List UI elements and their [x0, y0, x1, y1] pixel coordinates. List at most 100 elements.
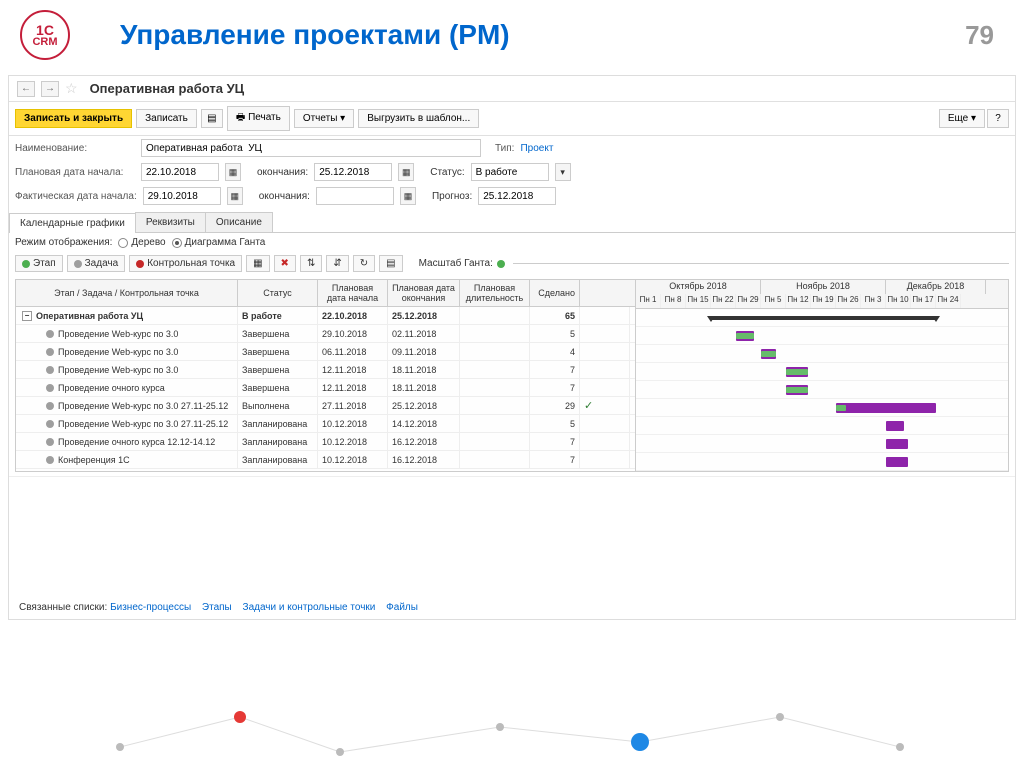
delete-button[interactable]: ✖ — [274, 255, 296, 272]
task-dot-icon — [46, 330, 54, 338]
add-milestone-button[interactable]: Контрольная точка — [129, 255, 242, 272]
gantt-month-header: Ноябрь 2018 — [761, 280, 886, 294]
print-button[interactable]: 🖶 Печать — [227, 106, 290, 131]
table-row[interactable]: Конференция 1СЗапланирована10.12.201816.… — [16, 451, 635, 469]
star-icon[interactable]: ☆ — [65, 80, 78, 97]
calendar-icon[interactable]: ▦ — [400, 187, 416, 205]
calendar-icon[interactable]: ▦ — [398, 163, 414, 181]
help-button[interactable]: ? — [987, 109, 1009, 128]
window-title: Оперативная работа УЦ — [90, 81, 245, 96]
task-dot-icon — [46, 402, 54, 410]
gantt-day-header: Пн 29 — [736, 294, 761, 308]
tool-button[interactable]: ⇵ — [326, 255, 348, 272]
status-input[interactable] — [471, 163, 549, 181]
gantt-bar[interactable] — [886, 457, 908, 467]
scale-slider-handle[interactable] — [497, 260, 505, 268]
cell-status: Завершена — [238, 361, 318, 378]
link-tasks[interactable]: Задачи и контрольные точки — [243, 602, 376, 613]
gantt-bar[interactable] — [836, 405, 846, 411]
gantt-bar[interactable] — [836, 403, 936, 413]
gantt-summary-bar[interactable] — [711, 316, 936, 320]
fact-start-input[interactable] — [143, 187, 221, 205]
add-stage-button[interactable]: Этап — [15, 255, 63, 272]
name-input[interactable] — [141, 139, 481, 157]
table-row[interactable]: Проведение Web-курс по 3.0 27.11-25.12Вы… — [16, 397, 635, 415]
forward-button[interactable]: → — [41, 81, 59, 97]
refresh-button[interactable]: ↻ — [353, 255, 375, 272]
tab-desc[interactable]: Описание — [205, 212, 273, 232]
cell-dur — [460, 307, 530, 324]
gantt-day-header: Пн 17 — [911, 294, 936, 308]
reports-button[interactable]: Отчеты ▾ — [294, 109, 354, 128]
table-row[interactable]: Проведение очного курса 12.12-14.12Запла… — [16, 433, 635, 451]
plan-end-input[interactable] — [314, 163, 392, 181]
cell-task: Проведение Web-курс по 3.0 27.11-25.12 — [16, 397, 238, 414]
task-dot-icon — [46, 384, 54, 392]
cell-start: 27.11.2018 — [318, 397, 388, 414]
gantt-bar[interactable] — [886, 421, 904, 431]
cell-end: 02.11.2018 — [388, 325, 460, 342]
link-files[interactable]: Файлы — [386, 602, 418, 613]
tab-props[interactable]: Реквизиты — [135, 212, 206, 232]
cell-end: 09.11.2018 — [388, 343, 460, 360]
cell-status: В работе — [238, 307, 318, 324]
form-row-fact: Фактическая дата начала: ▦ окончания: ▦ … — [9, 184, 1015, 208]
cell-done: 7 — [530, 433, 580, 450]
tool-button[interactable]: ▦ — [246, 255, 269, 272]
table-row[interactable]: Проведение очного курсаЗавершена12.11.20… — [16, 379, 635, 397]
table-row[interactable]: Проведение Web-курс по 3.0Завершена29.10… — [16, 325, 635, 343]
back-button[interactable]: ← — [17, 81, 35, 97]
gantt-bar[interactable] — [786, 369, 808, 375]
gantt-day-header: Пн 5 — [761, 294, 786, 308]
tool-button[interactable]: ⇅ — [300, 255, 322, 272]
link-stages[interactable]: Этапы — [202, 602, 232, 613]
table-row[interactable]: −Оперативная работа УЦВ работе22.10.2018… — [16, 307, 635, 325]
radio-tree[interactable]: Дерево — [118, 237, 165, 248]
save-close-button[interactable]: Записать и закрыть — [15, 109, 132, 128]
col-done: Сделано — [530, 280, 580, 306]
table-row[interactable]: Проведение Web-курс по 3.0 27.11-25.12За… — [16, 415, 635, 433]
gantt-bar[interactable] — [761, 351, 776, 357]
link-processes[interactable]: Бизнес-процессы — [110, 602, 191, 613]
calendar-icon[interactable]: ▦ — [225, 163, 241, 181]
cell-start: 10.12.2018 — [318, 415, 388, 432]
more-button[interactable]: Еще ▾ — [939, 109, 985, 128]
save-button[interactable]: Записать — [136, 109, 197, 128]
cell-dur — [460, 343, 530, 360]
col-end: Плановая дата окончания — [388, 280, 460, 306]
expand-icon[interactable]: − — [22, 311, 32, 321]
gantt-row — [636, 363, 1008, 381]
fact-start-label: Фактическая дата начала: — [15, 191, 137, 202]
tab-calendar[interactable]: Календарные графики — [9, 213, 136, 233]
forecast-input[interactable] — [478, 187, 556, 205]
gantt-bar[interactable] — [886, 439, 908, 449]
end-label: окончания: — [257, 167, 308, 178]
cell-task: Проведение Web-курс по 3.0 — [16, 325, 238, 342]
gantt-bar[interactable] — [736, 333, 754, 339]
plan-start-input[interactable] — [141, 163, 219, 181]
main-toolbar: Записать и закрыть Записать ▤ 🖶 Печать О… — [9, 102, 1015, 136]
doc-icon-button[interactable]: ▤ — [201, 109, 223, 128]
gantt-month-header: Октябрь 2018 — [636, 280, 761, 294]
col-status: Статус — [238, 280, 318, 306]
col-start: Плановая дата начала — [318, 280, 388, 306]
type-link[interactable]: Проект — [520, 143, 553, 154]
cell-status: Завершена — [238, 379, 318, 396]
cell-done: 29 — [530, 397, 580, 414]
scale-slider-track[interactable] — [513, 263, 1009, 264]
table-row[interactable]: Проведение Web-курс по 3.0Завершена06.11… — [16, 343, 635, 361]
gantt-day-header: Пн 3 — [861, 294, 886, 308]
cell-status: Завершена — [238, 343, 318, 360]
cell-done: 4 — [530, 343, 580, 360]
calendar-icon[interactable]: ▦ — [227, 187, 243, 205]
fact-end-input[interactable] — [316, 187, 394, 205]
radio-gantt[interactable]: Диаграмма Ганта — [172, 237, 266, 248]
dropdown-icon[interactable]: ▾ — [555, 163, 571, 181]
tool-button[interactable]: ▤ — [379, 255, 402, 272]
export-button[interactable]: Выгрузить в шаблон... — [358, 109, 479, 128]
table-row[interactable]: Проведение Web-курс по 3.0Завершена12.11… — [16, 361, 635, 379]
add-task-button[interactable]: Задача — [67, 255, 126, 272]
cell-end: 14.12.2018 — [388, 415, 460, 432]
task-dot-icon — [46, 348, 54, 356]
gantt-bar[interactable] — [786, 387, 808, 393]
